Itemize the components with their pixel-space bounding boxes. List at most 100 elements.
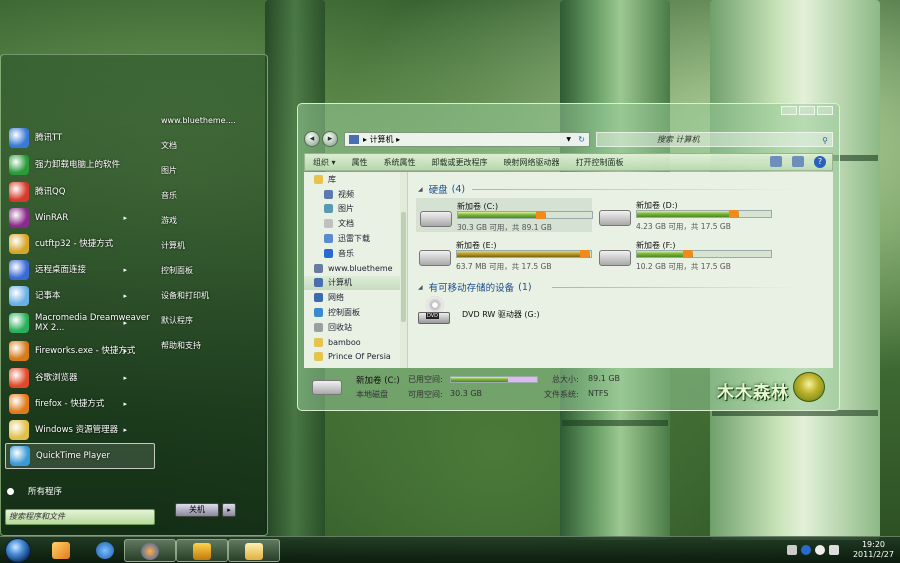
- preview-pane-icon[interactable]: [792, 156, 804, 167]
- removable-storage-header[interactable]: ◢ 有可移动存储的设备 (1): [418, 280, 532, 295]
- program-item[interactable]: 强力卸载电脑上的软件: [5, 151, 155, 179]
- help-icon[interactable]: ?: [814, 156, 826, 168]
- start-button[interactable]: [5, 538, 31, 563]
- drive-item[interactable]: 新加卷 (C:) 30.3 GB 可用，共 89.1 GB: [416, 198, 593, 232]
- program-item[interactable]: QuickTime Player: [5, 443, 155, 469]
- network-icon[interactable]: [786, 545, 797, 555]
- start-right-item[interactable]: 文档: [161, 140, 251, 165]
- nav-item[interactable]: 视频: [304, 187, 407, 202]
- nav-item[interactable]: 回收站: [304, 320, 407, 335]
- submenu-arrow-icon[interactable]: ▸: [123, 400, 127, 408]
- nav-item-label: 网络: [328, 293, 344, 303]
- submenu-arrow-icon[interactable]: ▸: [123, 214, 127, 222]
- shutdown-button[interactable]: 关机: [175, 503, 219, 517]
- start-right-item[interactable]: 默认程序: [161, 315, 251, 340]
- program-item[interactable]: firefox - 快捷方式 ▸: [5, 391, 155, 417]
- close-button[interactable]: [817, 106, 833, 115]
- program-item[interactable]: WinRAR ▸: [5, 205, 155, 231]
- start-right-item[interactable]: 音乐: [161, 190, 251, 215]
- toolbar-button[interactable]: 属性: [352, 157, 368, 168]
- submenu-arrow-icon[interactable]: ▸: [123, 374, 127, 382]
- dvd-drive-label[interactable]: DVD RW 驱动器 (G:): [462, 309, 540, 320]
- drive-item[interactable]: 新加卷 (D:) 4.23 GB 可用，共 17.5 GB: [596, 198, 772, 232]
- program-item[interactable]: Fireworks.exe - 快捷方式 ▸: [5, 337, 155, 365]
- collapse-arrow-icon: ◢: [418, 283, 423, 291]
- volume-icon[interactable]: [828, 545, 839, 555]
- back-button[interactable]: ◂: [304, 131, 320, 147]
- view-options-icon[interactable]: [770, 156, 782, 167]
- program-item[interactable]: 腾讯QQ: [5, 179, 155, 205]
- toolbar-button[interactable]: 系统属性: [384, 157, 416, 168]
- toolbar-button[interactable]: 映射网络驱动器: [504, 157, 560, 168]
- hard-disks-header[interactable]: ◢ 硬盘 (4): [418, 182, 465, 197]
- drive-item[interactable]: 新加卷 (F:) 10.2 GB 可用，共 17.5 GB: [596, 238, 772, 272]
- submenu-arrow-icon[interactable]: ▸: [123, 347, 127, 355]
- submenu-arrow-icon[interactable]: ▸: [123, 426, 127, 434]
- nav-item[interactable]: 迅雷下载: [304, 231, 407, 246]
- program-item[interactable]: Macromedia Dreamweaver MX 2... ▸: [5, 309, 155, 337]
- clock-time: 19:20: [861, 540, 886, 549]
- program-item[interactable]: 谷歌浏览器 ▸: [5, 365, 155, 391]
- hard-drive-icon: [312, 380, 342, 395]
- start-right-item[interactable]: 控制面板: [161, 265, 251, 290]
- start-right-item[interactable]: 计算机: [161, 240, 251, 265]
- program-item[interactable]: 远程桌面连接 ▸: [5, 257, 155, 283]
- nav-item[interactable]: 音乐: [304, 246, 407, 261]
- drive-free-space: 63.7 MB 可用，共 17.5 GB: [456, 262, 552, 271]
- details-drive-name: 新加卷 (C:): [356, 376, 400, 386]
- address-bar[interactable]: ▸ 计算机 ▸ ▼ ↻: [344, 131, 590, 147]
- forward-button[interactable]: ▸: [322, 131, 338, 147]
- clock-date: 2011/2/27: [852, 550, 894, 559]
- start-search-input[interactable]: 搜索程序和文件: [5, 509, 155, 525]
- program-label: 谷歌浏览器: [35, 373, 78, 383]
- program-icon: [10, 446, 30, 466]
- program-label: 腾讯TT: [35, 133, 63, 143]
- hard-drive-icon: [420, 211, 452, 227]
- nav-item[interactable]: 网络: [304, 290, 407, 305]
- drive-item[interactable]: 新加卷 (E:) 63.7 MB 可用，共 17.5 GB: [416, 238, 592, 272]
- navigation-scrollbar[interactable]: [400, 172, 407, 368]
- start-menu-programs-list: 腾讯TT 强力卸载电脑上的软件腾讯QQ WinRAR ▸ cutftp32 - 快捷方式…: [5, 125, 155, 530]
- taskbar-fireworks[interactable]: [176, 539, 228, 562]
- program-item[interactable]: cutftp32 - 快捷方式: [5, 231, 155, 257]
- explorer-search-input[interactable]: 搜索 计算机 ⚲: [596, 131, 833, 147]
- nav-item[interactable]: Prince Of Persia: [304, 350, 407, 365]
- nav-item[interactable]: 计算机: [304, 275, 407, 291]
- submenu-arrow-icon[interactable]: ▸: [123, 292, 127, 300]
- program-label: 远程桌面连接: [35, 265, 87, 275]
- nav-item[interactable]: 图片: [304, 202, 407, 217]
- dvd-drive-icon[interactable]: DVD: [416, 296, 456, 326]
- start-right-item[interactable]: 设备和打印机: [161, 290, 251, 315]
- minimize-button[interactable]: [781, 106, 797, 115]
- nav-item[interactable]: bamboo: [304, 335, 407, 350]
- program-item[interactable]: 记事本 ▸: [5, 283, 155, 309]
- start-right-item[interactable]: 帮助和支持: [161, 340, 251, 365]
- start-right-item[interactable]: 图片: [161, 165, 251, 190]
- submenu-arrow-icon[interactable]: ▸: [123, 266, 127, 274]
- chevron-down-icon[interactable]: ▼: [566, 136, 571, 143]
- all-programs-button[interactable]: 所有程序: [7, 485, 62, 497]
- nav-item[interactable]: www.bluetheme: [304, 261, 407, 276]
- refresh-icon[interactable]: ↻: [578, 135, 585, 144]
- submenu-arrow-icon[interactable]: ▸: [123, 319, 127, 327]
- start-right-item[interactable]: www.bluetheme....: [161, 115, 251, 140]
- program-item[interactable]: Windows 资源管理器 ▸: [5, 417, 155, 443]
- power-icon[interactable]: [814, 545, 825, 555]
- nav-item[interactable]: 文档: [304, 216, 407, 231]
- taskbar-firefox[interactable]: [124, 539, 176, 562]
- breadcrumb-computer[interactable]: 计算机: [370, 134, 394, 145]
- toolbar-button[interactable]: 组织 ▾: [313, 157, 336, 168]
- toolbar-button[interactable]: 打开控制面板: [576, 157, 624, 168]
- nav-item[interactable]: 控制面板: [304, 305, 407, 320]
- shutdown-options-button[interactable]: ▸: [222, 503, 236, 517]
- clock[interactable]: 19:20 2011/2/27: [853, 540, 894, 560]
- help-icon[interactable]: [800, 545, 811, 555]
- program-item[interactable]: 腾讯TT: [5, 125, 155, 151]
- maximize-button[interactable]: [799, 106, 815, 115]
- toolbar-button[interactable]: 卸载或更改程序: [432, 157, 488, 168]
- taskbar-explorer[interactable]: [228, 539, 280, 562]
- program-label: 强力卸载电脑上的软件: [35, 160, 121, 170]
- search-icon[interactable]: ⚲: [822, 134, 828, 147]
- start-right-item[interactable]: 游戏: [161, 215, 251, 240]
- nav-item[interactable]: 库: [304, 172, 407, 187]
